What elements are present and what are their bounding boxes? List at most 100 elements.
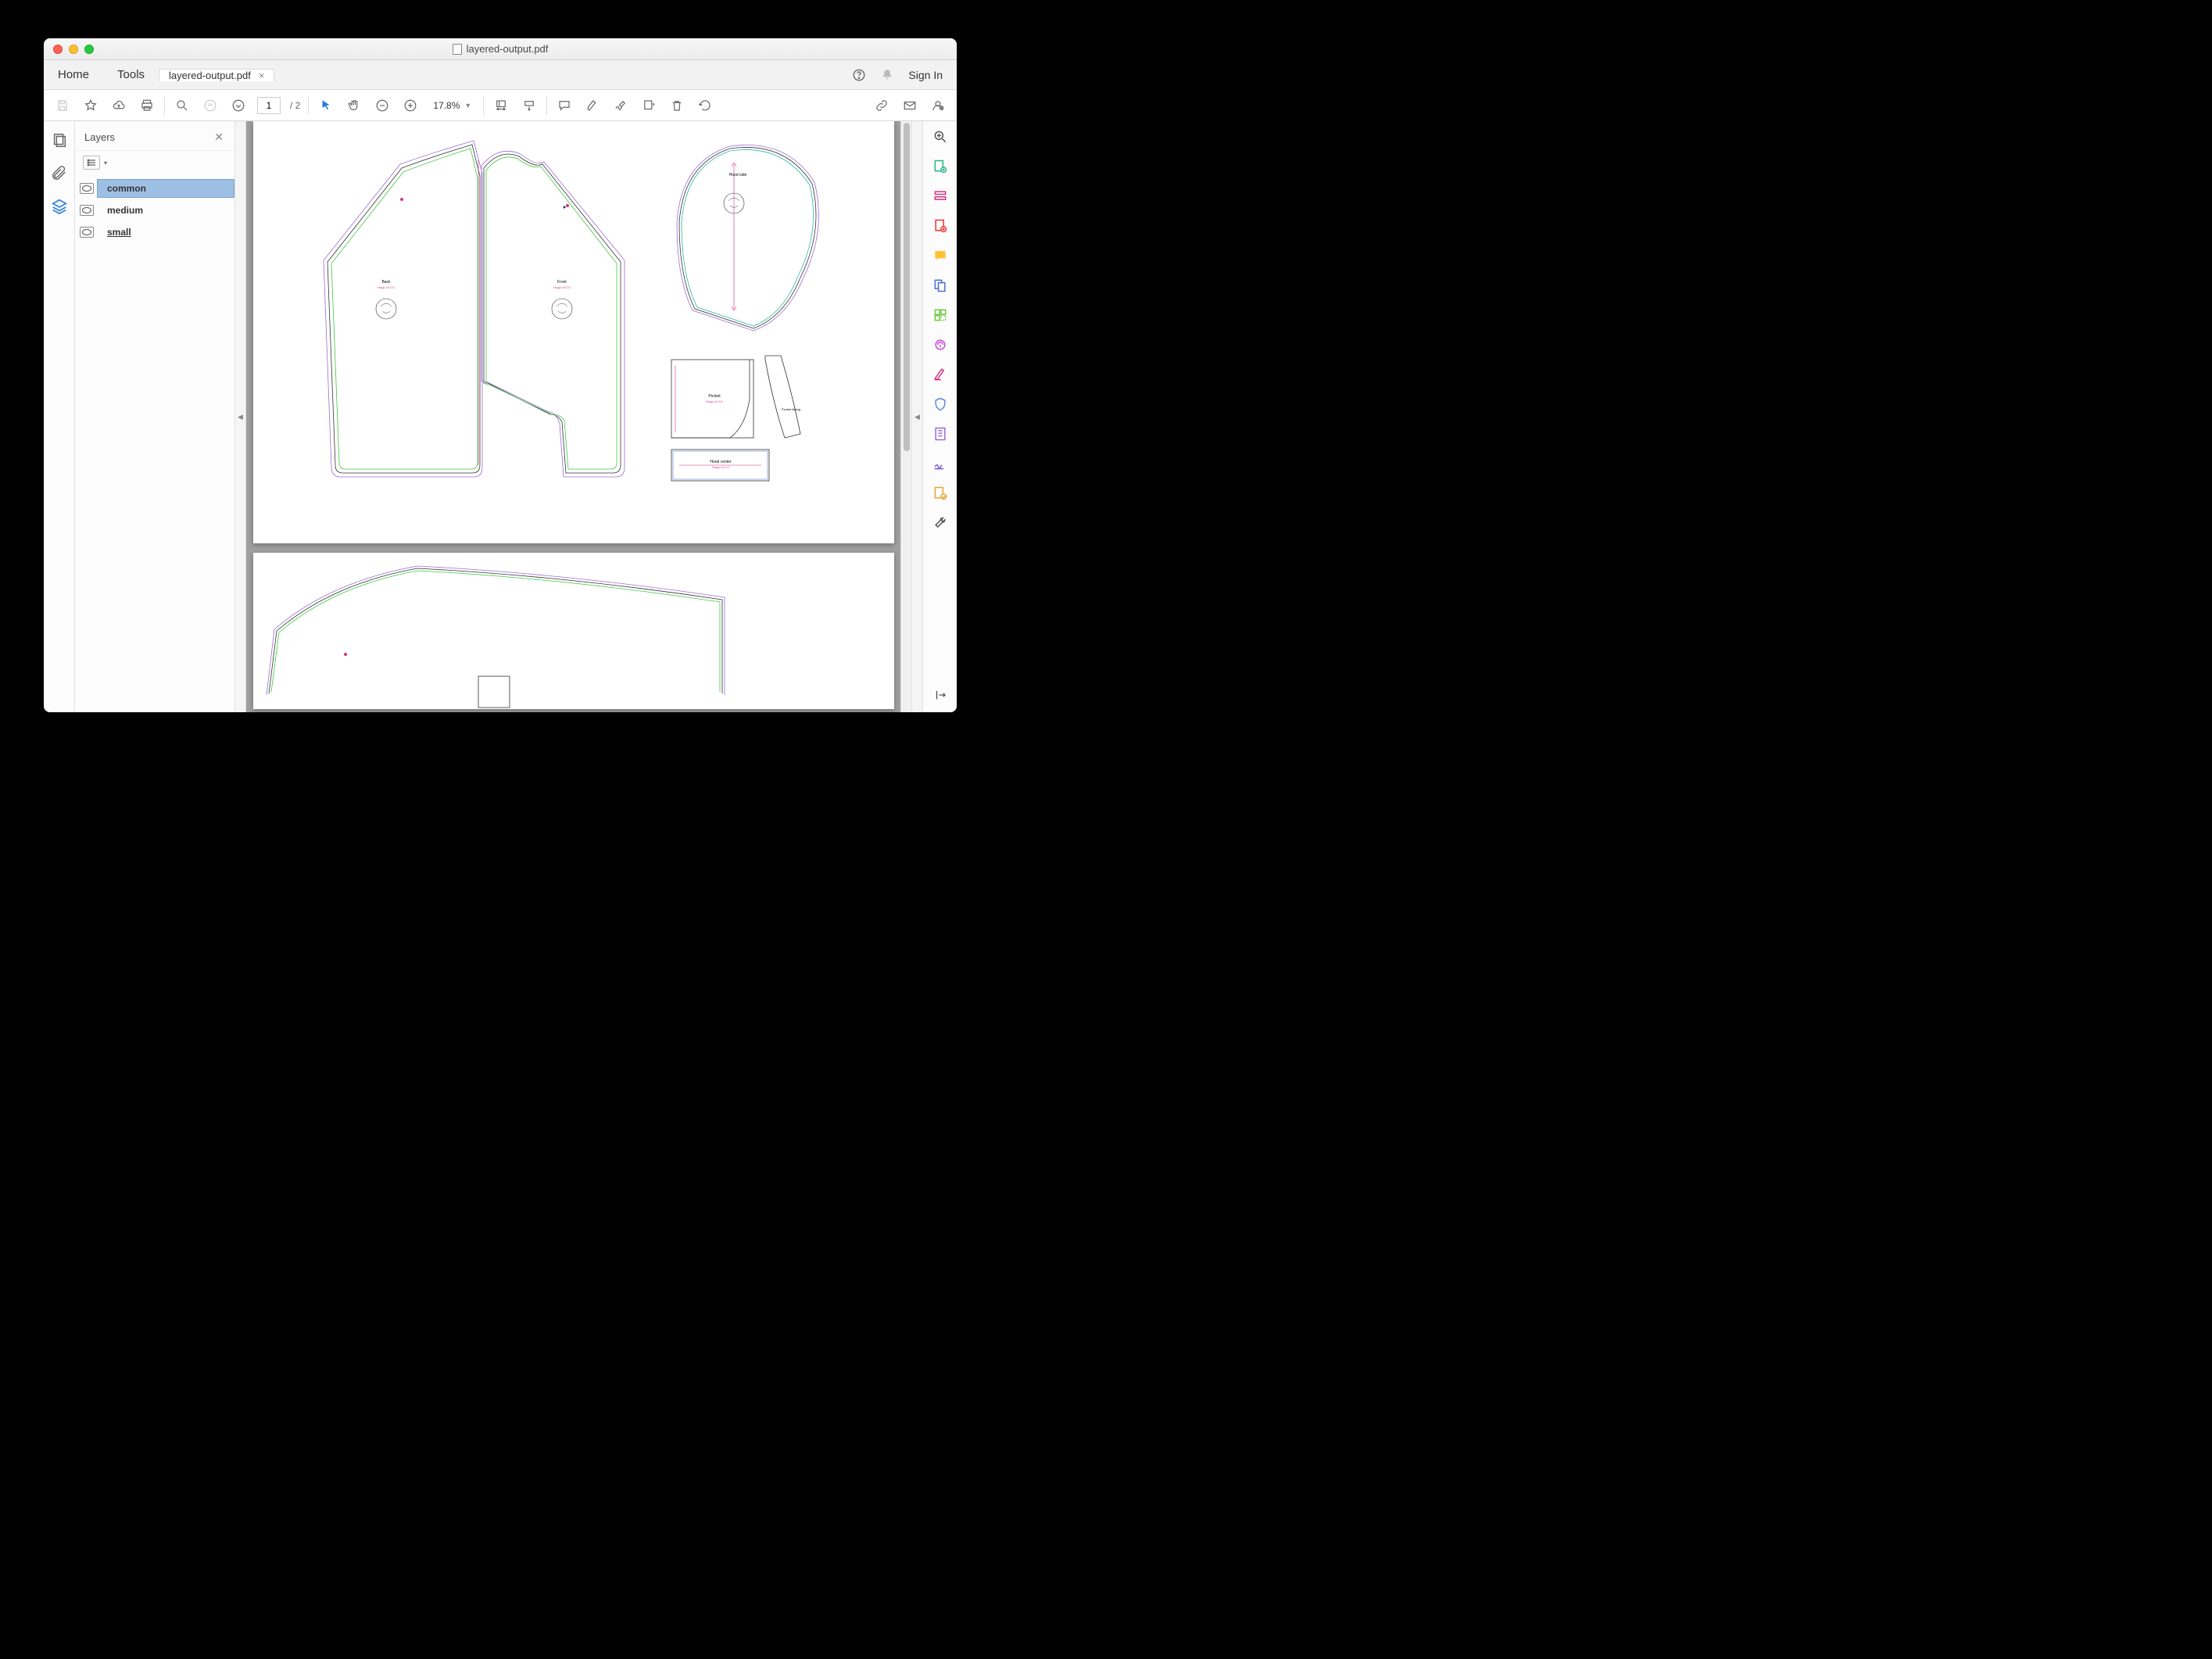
link-icon[interactable]	[872, 96, 891, 115]
layers-icon[interactable]	[51, 198, 68, 215]
chevron-down-icon: ▼	[464, 102, 471, 109]
export-pdf-icon[interactable]	[932, 159, 948, 174]
page-down-icon[interactable]	[229, 96, 248, 115]
comment-tool-icon[interactable]	[932, 248, 948, 263]
layer-row-common[interactable]: common	[75, 177, 234, 199]
more-tools-icon[interactable]	[932, 515, 948, 531]
window-title: layered-output.pdf	[44, 43, 957, 55]
tabs-bar: Home Tools layered-output.pdf × Sign In	[44, 60, 957, 90]
scroll-mode-icon[interactable]	[520, 96, 539, 115]
chevron-left-icon: ◀	[915, 413, 920, 421]
toolbar: / 2 17.8% ▼	[44, 90, 957, 121]
layer-label: medium	[107, 205, 143, 216]
app-body: Layers ✕ common medium smal	[44, 121, 957, 712]
pattern-pocket-sub: Hugo v2.0.0	[706, 400, 723, 403]
document-icon	[453, 44, 462, 55]
right-rail	[922, 121, 957, 712]
selection-tool-icon[interactable]	[317, 96, 335, 115]
pdf-page-1: Back Hugo v2.0.0 Front Hugo v2.0.0	[253, 121, 894, 543]
zoom-level-select[interactable]: 17.8% ▼	[429, 98, 475, 113]
protect-icon[interactable]	[932, 396, 948, 412]
send-for-comments-icon[interactable]	[932, 486, 948, 501]
panel-title: Layers	[84, 131, 115, 143]
pattern-hood-side-title: Hood side	[728, 173, 746, 177]
layer-row-medium[interactable]: medium	[75, 199, 234, 221]
visibility-toggle-icon[interactable]	[80, 183, 94, 194]
hand-tool-icon[interactable]	[345, 96, 363, 115]
pattern-hood-center-title: Hood center	[710, 460, 732, 464]
chevron-left-icon: ◀	[238, 413, 243, 421]
redact-icon[interactable]	[932, 337, 948, 353]
document-area[interactable]: Back Hugo v2.0.0 Front Hugo v2.0.0	[246, 121, 900, 712]
titlebar: layered-output.pdf	[44, 38, 957, 60]
sign-icon[interactable]	[611, 96, 630, 115]
stamp-icon[interactable]	[639, 96, 658, 115]
sign-in-button[interactable]: Sign In	[908, 69, 943, 81]
save-icon	[53, 96, 72, 115]
comment-icon[interactable]	[555, 96, 574, 115]
layer-row-small[interactable]: small	[75, 221, 234, 243]
fit-width-icon[interactable]	[492, 96, 510, 115]
tab-tools[interactable]: Tools	[103, 68, 159, 81]
visibility-toggle-icon[interactable]	[80, 227, 94, 238]
pattern-pocket-facing-title: Pocket facing	[781, 407, 800, 411]
page-number-input[interactable]	[257, 97, 281, 114]
tab-close-icon[interactable]: ×	[259, 70, 265, 81]
print-icon[interactable]	[138, 96, 156, 115]
tab-document-label: layered-output.pdf	[169, 70, 251, 81]
visibility-toggle-icon[interactable]	[80, 205, 94, 216]
pattern-back-title: Back	[381, 280, 391, 285]
delete-icon[interactable]	[668, 96, 686, 115]
create-pdf-icon[interactable]	[932, 218, 948, 234]
pattern-front-sub: Hugo v2.0.0	[553, 285, 571, 289]
find-icon[interactable]	[173, 96, 191, 115]
page-total-label: / 2	[290, 100, 300, 111]
layer-list: common medium small	[75, 174, 234, 243]
help-icon[interactable]	[852, 68, 866, 82]
rotate-icon[interactable]	[696, 96, 714, 115]
page-up-icon	[201, 96, 220, 115]
edit-pdf-icon[interactable]	[932, 188, 948, 204]
prepare-form-icon[interactable]	[932, 456, 948, 471]
highlight-icon[interactable]	[583, 96, 602, 115]
minimize-window-button[interactable]	[69, 45, 78, 54]
window-controls	[44, 45, 94, 54]
pattern-pocket-title: Pocket	[708, 394, 721, 399]
share-profile-icon[interactable]	[929, 96, 947, 115]
zoom-out-icon[interactable]	[373, 96, 392, 115]
pattern-hood-center-sub: Hugo v2.0.0	[712, 465, 729, 469]
star-icon[interactable]	[81, 96, 100, 115]
pattern-front-title: Front	[557, 280, 567, 285]
left-rail	[44, 121, 75, 712]
attachments-icon[interactable]	[51, 165, 68, 182]
scrollbar-thumb[interactable]	[904, 123, 910, 451]
combine-files-icon[interactable]	[932, 278, 948, 293]
left-panel-collapse-handle[interactable]: ◀	[235, 121, 246, 712]
organize-pages-icon[interactable]	[932, 307, 948, 323]
layer-options-button[interactable]	[83, 156, 100, 170]
layers-panel: Layers ✕ common medium smal	[75, 121, 235, 712]
zoom-in-icon[interactable]	[401, 96, 420, 115]
thumbnails-icon[interactable]	[51, 132, 68, 149]
email-icon[interactable]	[900, 96, 919, 115]
cloud-upload-icon[interactable]	[109, 96, 128, 115]
layer-label: small	[107, 227, 131, 238]
layer-label: common	[107, 183, 146, 194]
close-window-button[interactable]	[53, 45, 63, 54]
right-panel-collapse-handle[interactable]: ◀	[911, 121, 922, 712]
zoom-level-value: 17.8%	[433, 100, 460, 111]
search-tool-icon[interactable]	[932, 129, 948, 145]
window-title-text: layered-output.pdf	[467, 43, 549, 55]
fill-sign-icon[interactable]	[932, 367, 948, 382]
notifications-icon[interactable]	[880, 68, 894, 82]
pdf-page-2	[253, 553, 894, 709]
tab-document[interactable]: layered-output.pdf ×	[159, 69, 274, 81]
pattern-back-sub: Hugo v2.0.0	[378, 285, 395, 289]
compress-icon[interactable]	[932, 426, 948, 442]
expand-rail-icon[interactable]	[932, 687, 948, 703]
tab-home[interactable]: Home	[44, 68, 103, 81]
panel-close-icon[interactable]: ✕	[213, 129, 225, 145]
vertical-scrollbar[interactable]	[900, 121, 911, 712]
zoom-window-button[interactable]	[84, 45, 94, 54]
app-window: layered-output.pdf Home Tools layered-ou…	[44, 38, 957, 712]
